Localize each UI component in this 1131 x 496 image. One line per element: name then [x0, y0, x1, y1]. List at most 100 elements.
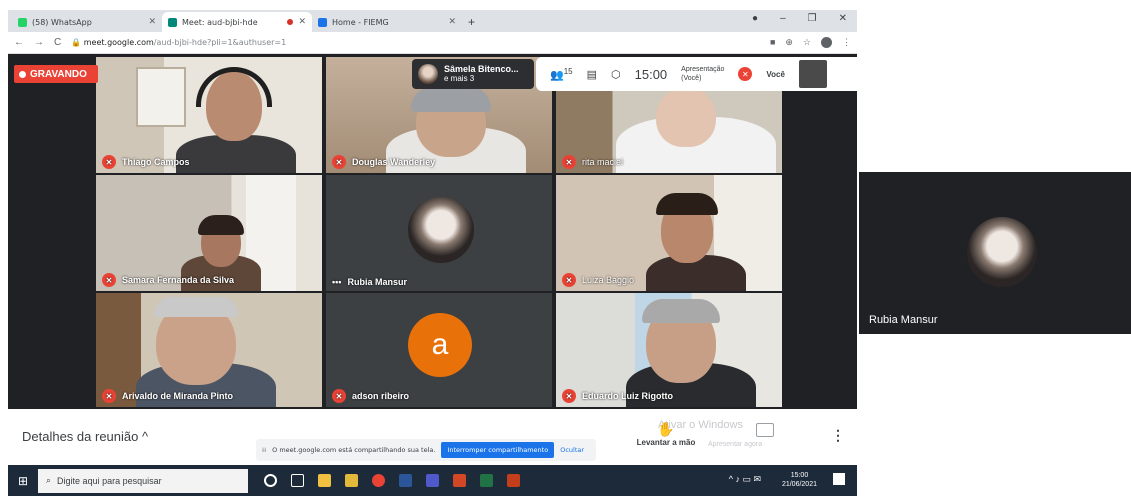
drag-handle-icon[interactable]: ⁞⁞ [262, 446, 266, 454]
participant-label: Thiago Campos [122, 157, 190, 167]
tab-meet[interactable]: Meet: aud-bjbi-hde ✕ [162, 12, 312, 32]
teams-icon[interactable] [426, 474, 439, 487]
mic-off-icon: ✕ [332, 389, 346, 403]
present-now-button[interactable]: Apresentar agora [708, 441, 762, 448]
presentation-sub: (Você) [681, 75, 702, 82]
forward-icon[interactable]: → [34, 37, 44, 48]
taskbar-clock[interactable]: 15:00 21/06/2021 [782, 471, 817, 489]
recording-dot-icon [287, 19, 294, 25]
presentation-label: Apresentação [681, 66, 725, 73]
participant-tile[interactable]: ✕ Thiago Campos [96, 57, 322, 173]
participant-name: ✕ rita maciel [562, 155, 623, 169]
url-field[interactable]: 🔒 meet.google.com/aud-bjbi-hde?pli=1&aut… [71, 38, 760, 47]
hide-button[interactable]: Ocultar [560, 446, 584, 454]
acrobat-icon[interactable] [453, 474, 466, 487]
windows-taskbar: ⊞ ⌕ Digite aqui para pesquisar ^ ♪ ▭ ✉ 1… [8, 465, 857, 496]
people-icon[interactable]: 👥15 [550, 67, 573, 82]
mic-off-icon: ✕ [562, 273, 576, 287]
taskbar-apps [264, 474, 520, 487]
mic-off-icon: ✕ [562, 389, 576, 403]
search-icon: ⌕ [46, 475, 52, 485]
mic-off-icon: ✕ [738, 67, 753, 81]
word-icon[interactable] [399, 474, 412, 487]
self-camera-thumbnail [798, 60, 827, 88]
hand-icon: ✋ [657, 421, 675, 437]
meeting-details-button[interactable]: Detalhes da reunião ^ [22, 429, 148, 444]
taskbar-search[interactable]: ⌕ Digite aqui para pesquisar [38, 468, 248, 493]
chat-icon[interactable]: ▤ [587, 68, 597, 81]
back-icon[interactable]: ← [14, 37, 24, 48]
participant-name: ✕ Arivaldo de Miranda Pinto [102, 389, 233, 403]
avatar [418, 64, 438, 84]
participant-tile[interactable]: ✕ Eduardo Luiz Rigotto [556, 293, 782, 407]
presenter-more: e mais 3 [444, 74, 475, 83]
extension-icon[interactable] [821, 37, 832, 48]
participant-name: ✕ adson ribeiro [332, 389, 409, 403]
reload-icon[interactable]: C [54, 37, 61, 48]
meet-bottom-bar: Detalhes da reunião ^ ⁞⁞ O meet.google.c… [8, 409, 857, 465]
participant-tile[interactable]: ••• Rubia Mansur [326, 175, 552, 291]
zoom-icon[interactable]: ⊕ [785, 37, 793, 48]
cortana-icon[interactable] [264, 474, 277, 487]
tab-label: Meet: aud-bjbi-hde [182, 17, 258, 27]
participant-tile[interactable]: ✕ Arivaldo de Miranda Pinto [96, 293, 322, 407]
windows-start-icon[interactable]: ⊞ [8, 474, 38, 488]
account-icon[interactable]: ● [752, 13, 758, 24]
excel-icon[interactable] [480, 474, 493, 487]
recording-dot-icon [19, 70, 26, 78]
details-label: Detalhes da reunião [22, 429, 139, 444]
camera-icon[interactable]: ■ [770, 37, 775, 48]
menu-icon[interactable]: ⋮ [842, 37, 851, 48]
notification-icon[interactable] [833, 473, 845, 485]
participant-label: Arivaldo de Miranda Pinto [122, 391, 234, 401]
presentation-info: Apresentação (Você) [681, 65, 724, 83]
star-icon[interactable]: ☆ [803, 37, 811, 48]
raise-hand-button[interactable]: ✋ Levantar a mão [628, 421, 704, 457]
more-options-icon[interactable]: ⋮ [831, 427, 845, 444]
participant-name: ✕ Douglas Wanderley [332, 155, 435, 169]
meet-top-panel: 👥15 ▤ ⬡ 15:00 Apresentação (Você) ✕ Você [536, 57, 857, 91]
fiemg-icon [318, 17, 327, 27]
mic-off-icon: ✕ [102, 389, 116, 403]
participant-tile[interactable]: ✕ Samara Fernanda da Silva [96, 175, 322, 291]
minimize-icon[interactable]: – [780, 13, 786, 24]
lock-icon: 🔒 [71, 38, 82, 47]
stop-sharing-button[interactable]: Interromper compartilhamento [441, 442, 555, 458]
tab-fiemg[interactable]: Home - FIEMG ✕ [312, 12, 462, 32]
participant-label: Douglas Wanderley [352, 157, 436, 167]
close-icon[interactable]: ✕ [148, 17, 156, 27]
activities-icon[interactable]: ⬡ [611, 68, 621, 81]
tab-whatsapp[interactable]: (58) WhatsApp ✕ [12, 12, 162, 32]
address-bar: ← → C 🔒 meet.google.com/aud-bjbi-hde?pli… [8, 32, 857, 54]
tab-label: Home - FIEMG [332, 17, 389, 27]
chrome-icon[interactable] [372, 474, 385, 487]
maximize-icon[interactable]: ❐ [808, 13, 817, 24]
participant-label: rita maciel [582, 157, 624, 167]
participant-label: adson ribeiro [352, 391, 410, 401]
share-message: O meet.google.com está compartilhando su… [272, 446, 436, 454]
participant-name: ✕ Thiago Campos [102, 155, 190, 169]
close-icon[interactable]: ✕ [448, 17, 456, 27]
whatsapp-icon [18, 17, 27, 27]
presenting-chip[interactable]: Sâmela Bitenco... e mais 3 [412, 59, 534, 89]
participant-tile[interactable]: ✕ Luiza Baggio [556, 175, 782, 291]
powerpoint-icon[interactable] [507, 474, 520, 487]
taskbar-date: 21/06/2021 [781, 481, 817, 488]
participant-label: Luiza Baggio [582, 275, 635, 285]
mic-off-icon: ✕ [332, 155, 346, 169]
store-icon[interactable] [318, 474, 331, 487]
task-view-icon[interactable] [291, 474, 304, 487]
file-explorer-icon[interactable] [345, 474, 358, 487]
mic-off-icon: ✕ [102, 155, 116, 169]
recording-label: GRAVANDO [30, 68, 87, 80]
new-tab-button[interactable]: + [468, 12, 475, 32]
participant-label: Eduardo Luiz Rigotto [582, 391, 673, 401]
taskbar-time: 15:00 [790, 472, 809, 479]
url-host: meet.google.com [83, 38, 154, 47]
system-tray-icons[interactable]: ^ ♪ ▭ ✉ [729, 474, 761, 485]
close-icon[interactable]: ✕ [298, 17, 306, 27]
close-window-icon[interactable]: ✕ [839, 13, 847, 24]
avatar [967, 217, 1037, 287]
captions-icon[interactable] [756, 423, 774, 437]
participant-tile[interactable]: a ✕ adson ribeiro [326, 293, 552, 407]
